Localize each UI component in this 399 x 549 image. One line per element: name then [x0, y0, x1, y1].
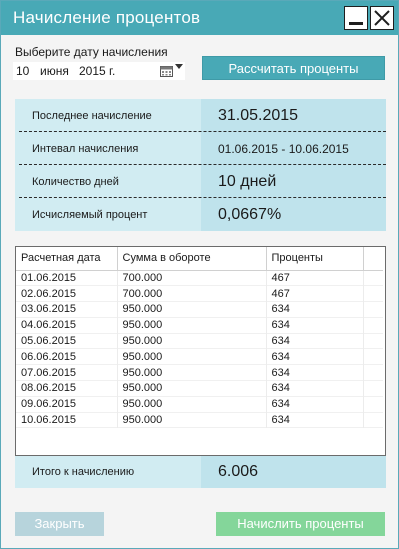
- accrual-window: Начисление процентов Выберите дату начис…: [0, 0, 399, 549]
- last-accrual-label: Последнее начисление: [15, 99, 201, 132]
- cell-amount: 950.000: [117, 333, 267, 349]
- table-row[interactable]: 05.06.2015 950.000 634: [16, 333, 383, 349]
- cell-filler: [363, 286, 383, 302]
- minimize-button[interactable]: [344, 6, 368, 30]
- calculate-button[interactable]: Рассчитать проценты: [202, 56, 385, 80]
- cell-interest: 634: [266, 317, 364, 334]
- cell-filler: [363, 333, 383, 349]
- cell-filler: [363, 302, 383, 318]
- close-icon: [374, 10, 390, 26]
- cell-filler: [363, 270, 383, 286]
- table-header-row: Расчетная дата Сумма в обороте Проценты: [16, 247, 383, 271]
- rate-row: Исчисляемый процент 0,0667%: [15, 198, 386, 231]
- cell-date: 03.06.2015: [16, 301, 118, 318]
- cell-date: 02.06.2015: [16, 285, 118, 302]
- close-button[interactable]: Закрыть: [15, 512, 104, 536]
- last-accrual-value: 31.05.2015: [201, 99, 386, 132]
- accrual-table[interactable]: Расчетная дата Сумма в обороте Проценты …: [15, 246, 386, 456]
- rate-value: 0,0667%: [201, 198, 386, 231]
- cell-amount: 950.000: [117, 301, 267, 318]
- table-row[interactable]: 07.06.2015 950.000 634: [16, 364, 383, 381]
- cell-interest: 634: [266, 333, 364, 349]
- last-accrual-row: Последнее начисление 31.05.2015: [15, 99, 386, 132]
- cell-filler: [363, 396, 383, 412]
- date-label: Выберите дату начисления: [15, 45, 168, 59]
- cell-interest: 467: [266, 285, 364, 302]
- table-row[interactable]: 08.06.2015 950.000 634: [16, 380, 383, 397]
- cell-filler: [363, 412, 383, 428]
- cell-amount: 700.000: [117, 270, 267, 286]
- accrue-button[interactable]: Начислить проценты: [216, 512, 385, 536]
- column-header-date[interactable]: Расчетная дата: [16, 247, 118, 271]
- cell-date: 07.06.2015: [16, 364, 118, 381]
- cell-date: 06.06.2015: [16, 348, 118, 365]
- title-bar: Начисление процентов: [1, 1, 398, 35]
- cell-date: 01.06.2015: [16, 270, 118, 286]
- window-title: Начисление процентов: [13, 8, 201, 27]
- column-header-amount[interactable]: Сумма в обороте: [117, 247, 267, 271]
- interval-label: Интевал начисления: [15, 132, 201, 165]
- cell-date: 10.06.2015: [16, 412, 118, 428]
- cell-filler: [363, 381, 383, 397]
- table-row[interactable]: 01.06.2015 700.000 467: [16, 270, 383, 286]
- column-header-filler: [363, 247, 383, 271]
- cell-amount: 950.000: [117, 317, 267, 334]
- table-row[interactable]: 03.06.2015 950.000 634: [16, 301, 383, 318]
- cell-amount: 950.000: [117, 412, 267, 428]
- cell-date: 09.06.2015: [16, 396, 118, 413]
- accrual-info-panel: Последнее начисление 31.05.2015 Интевал …: [15, 99, 386, 231]
- cell-filler: [363, 365, 383, 381]
- table-row[interactable]: 06.06.2015 950.000 634: [16, 348, 383, 365]
- accrual-date-picker[interactable]: 10 июня 2015 г.: [13, 62, 185, 80]
- total-value: 6.006: [201, 456, 386, 488]
- cell-filler: [363, 317, 383, 333]
- cell-date: 08.06.2015: [16, 380, 118, 397]
- table-row[interactable]: 09.06.2015 950.000 634: [16, 396, 383, 413]
- cell-interest: 634: [266, 412, 364, 428]
- cell-amount: 950.000: [117, 396, 267, 413]
- days-value: 10 дней: [201, 165, 386, 198]
- cell-amount: 950.000: [117, 380, 267, 397]
- cell-interest: 634: [266, 364, 364, 381]
- cell-interest: 467: [266, 270, 364, 286]
- cell-interest: 634: [266, 396, 364, 413]
- total-label: Итого к начислению: [15, 456, 201, 488]
- date-year[interactable]: 2015 г.: [79, 64, 115, 78]
- cell-date: 04.06.2015: [16, 317, 118, 334]
- cell-amount: 950.000: [117, 348, 267, 365]
- interval-value: 01.06.2015 - 10.06.2015: [201, 132, 386, 165]
- table-row[interactable]: 04.06.2015 950.000 634: [16, 317, 383, 334]
- cell-interest: 634: [266, 380, 364, 397]
- rate-label: Исчисляемый процент: [15, 198, 201, 231]
- total-row: Итого к начислению 6.006: [15, 456, 386, 488]
- date-month[interactable]: июня: [40, 64, 69, 78]
- dropdown-arrow-icon[interactable]: [175, 64, 183, 69]
- cell-amount: 700.000: [117, 285, 267, 302]
- cell-interest: 634: [266, 348, 364, 365]
- table-row[interactable]: 10.06.2015 950.000 634: [16, 412, 383, 428]
- table-row[interactable]: 02.06.2015 700.000 467: [16, 285, 383, 302]
- days-row: Количество дней 10 дней: [15, 165, 386, 198]
- cell-date: 05.06.2015: [16, 333, 118, 349]
- days-label: Количество дней: [15, 165, 201, 198]
- cell-interest: 634: [266, 301, 364, 318]
- calendar-icon[interactable]: [160, 65, 173, 77]
- interval-row: Интевал начисления 01.06.2015 - 10.06.20…: [15, 132, 386, 165]
- column-header-interest[interactable]: Проценты: [266, 247, 364, 271]
- date-day[interactable]: 10: [16, 64, 29, 78]
- close-window-button[interactable]: [370, 6, 394, 30]
- cell-amount: 950.000: [117, 364, 267, 381]
- cell-filler: [363, 349, 383, 365]
